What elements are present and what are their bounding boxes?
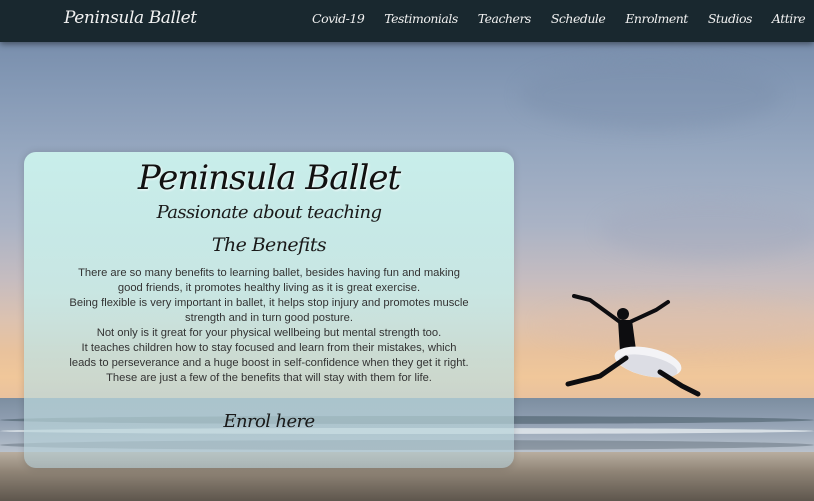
nav-link-schedule[interactable]: Schedule <box>551 11 606 26</box>
nav-link-testimonials[interactable]: Testimonials <box>384 11 458 26</box>
cloud <box>600 200 814 260</box>
benefits-paragraph: Being flexible is very important in ball… <box>69 297 469 324</box>
nav-link-enrolment[interactable]: Enrolment <box>625 11 688 26</box>
nav-links: Covid-19 Testimonials Teachers Schedule … <box>312 11 814 26</box>
hero-card: Peninsula Ballet Passionate about teachi… <box>24 152 514 468</box>
nav-link-teachers[interactable]: Teachers <box>478 11 532 26</box>
nav-link-studios[interactable]: Studios <box>708 11 753 26</box>
navbar: Peninsula Ballet Covid-19 Testimonials T… <box>0 0 814 42</box>
nav-link-covid-19[interactable]: Covid-19 <box>312 11 365 26</box>
nav-link-attire[interactable]: Attire <box>772 11 806 26</box>
enrol-here-link[interactable]: Enrol here <box>24 411 514 432</box>
hero-title: Peninsula Ballet <box>137 158 401 198</box>
benefits-paragraph: Not only is it great for your physical w… <box>96 327 442 339</box>
hero-tagline: Passionate about teaching <box>156 202 382 223</box>
brand-logo-link[interactable]: Peninsula Ballet <box>64 8 197 28</box>
benefits-paragraph: There are so many benefits to learning b… <box>78 267 460 294</box>
cloud <box>520 60 780 130</box>
dancer-silhouette <box>565 294 701 397</box>
benefits-text: There are so many benefits to learning b… <box>68 266 470 386</box>
benefits-paragraph: It teaches children how to stay focused … <box>69 342 469 384</box>
benefits-heading: The Benefits <box>211 234 327 256</box>
